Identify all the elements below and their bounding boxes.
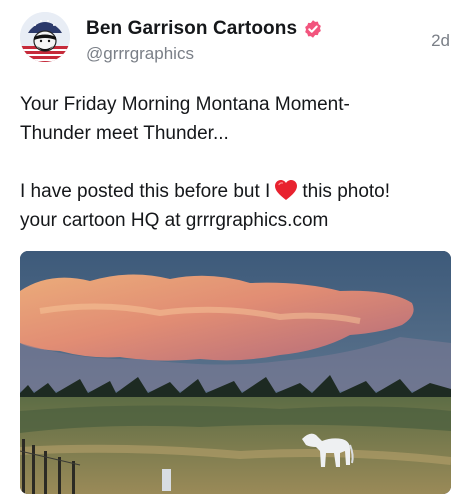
text-line-2: Thunder meet Thunder...: [20, 123, 229, 144]
verified-badge-icon: [305, 20, 321, 38]
post-image[interactable]: [20, 251, 451, 494]
red-heart-emoji-icon: [275, 180, 298, 200]
author-name-row[interactable]: Ben Garrison Cartoons: [86, 17, 323, 41]
text-line-1: Your Friday Morning Montana Moment-: [20, 94, 350, 115]
author-handle[interactable]: @grrrgraphics: [86, 44, 194, 64]
post-card[interactable]: Ben Garrison Cartoons @grrrgraphics 2d Y…: [0, 0, 471, 500]
text-after-heart: this photo!: [302, 181, 391, 202]
text-line-link: your cartoon HQ at grrrgraphics.com: [20, 210, 329, 231]
display-name[interactable]: Ben Garrison Cartoons: [86, 18, 297, 40]
text-line-heart: I have posted this before but I this pho…: [20, 177, 460, 206]
post-text: Your Friday Morning Montana Moment- Thun…: [20, 90, 460, 235]
post-timestamp[interactable]: 2d: [431, 31, 450, 51]
avatar[interactable]: [20, 12, 70, 62]
montana-storm-cloud-white-horse-photo: [20, 251, 451, 494]
text-before-heart: I have posted this before but I: [20, 181, 271, 202]
cartoon-avatar-icon: [20, 12, 70, 62]
